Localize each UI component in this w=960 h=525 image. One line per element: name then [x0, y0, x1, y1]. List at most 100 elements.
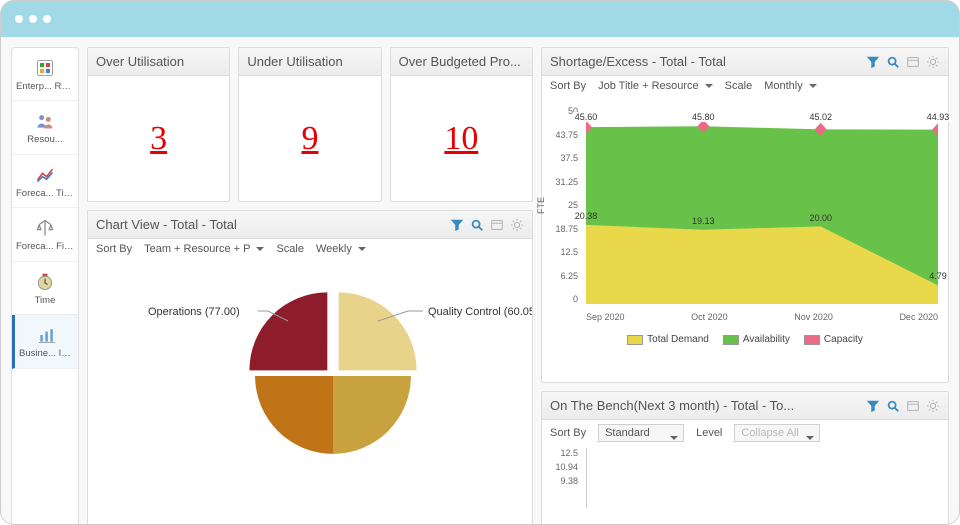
search-icon[interactable] [886, 55, 900, 69]
data-label: 44.93 [925, 112, 952, 122]
chevron-down-icon [670, 436, 678, 444]
sidebar-item-forecast-time[interactable]: Foreca... Time [12, 155, 78, 208]
main-row: Over Utilisation 3 Under Utilisation [87, 47, 949, 525]
shortage-excess-panel: Shortage/Excess - Total - Total Sort By [541, 47, 949, 383]
data-label: 45.80 [690, 112, 717, 122]
chevron-down-icon [358, 247, 366, 255]
pie-chart: Operations (77.00) Quality Control (60.0… [88, 261, 532, 525]
plot-area: 45.60 45.80 45.02 44.93 20.38 19.13 20.0… [586, 110, 938, 304]
sidebar-item-label: Foreca... Financ... [16, 242, 74, 252]
kpi-row: Over Utilisation 3 Under Utilisation [87, 47, 533, 202]
sortby-select[interactable]: Standard [598, 424, 684, 442]
search-icon[interactable] [886, 399, 900, 413]
panel-header: On The Bench(Next 3 month) - Total - To.… [542, 392, 948, 420]
panel-title: On The Bench(Next 3 month) - Total - To.… [550, 398, 866, 413]
sidebar-item-resources[interactable]: Resou... [12, 101, 78, 154]
bar-chart-icon [37, 325, 57, 345]
right-column: Shortage/Excess - Total - Total Sort By [541, 47, 949, 525]
scale-value: Monthly [764, 80, 803, 92]
search-icon[interactable] [470, 218, 484, 232]
x-tick: Dec 2020 [899, 312, 938, 322]
y-tick: 37.5 [560, 153, 578, 163]
sidebar-item-label: Foreca... Time [16, 189, 74, 199]
panel-actions [866, 55, 940, 69]
window-dot[interactable] [29, 15, 37, 23]
sidebar: Enterp... Resou... Planning Resou... For… [11, 47, 79, 525]
panel-header: Chart View - Total - Total [88, 211, 532, 239]
data-label: 45.60 [573, 112, 600, 122]
people-icon [35, 111, 55, 131]
window-dot[interactable] [43, 15, 51, 23]
sortby-label: Sort By [96, 243, 132, 255]
filter-icon[interactable] [450, 218, 464, 232]
chevron-down-icon [705, 84, 713, 92]
sortby-select[interactable]: Job Title + Resource [598, 80, 713, 92]
legend-item: Availability [723, 334, 790, 345]
kpi-body: 10 [391, 76, 532, 201]
main-area: Over Utilisation 3 Under Utilisation [87, 47, 949, 525]
panel-header: Over Utilisation [88, 48, 229, 76]
pie-leader-lines [88, 261, 532, 525]
y-tick: 10.94 [555, 462, 578, 472]
window-dot[interactable] [15, 15, 23, 23]
panel-title: Over Utilisation [96, 54, 221, 69]
kpi-value[interactable]: 10 [444, 120, 478, 158]
sortby-value: Job Title + Resource [598, 80, 699, 92]
y-tick: 9.38 [560, 476, 578, 486]
panel-actions [866, 399, 940, 413]
sortby-value: Team + Resource + P [144, 243, 250, 255]
kpi-tile-over-budgeted: Over Budgeted Pro... 10 [390, 47, 533, 202]
gear-icon[interactable] [926, 55, 940, 69]
sortby-label: Sort By [550, 80, 586, 92]
x-tick: Oct 2020 [691, 312, 728, 322]
sortby-label: Sort By [550, 427, 586, 439]
y-axis-ticks: 50 43.75 37.5 31.25 25 18.75 12.5 6.25 0 [544, 106, 578, 304]
sortby-select[interactable]: Team + Resource + P [144, 243, 264, 255]
window-icon[interactable] [490, 218, 504, 232]
scale-select[interactable]: Weekly [316, 243, 366, 255]
scale-label: Scale [725, 80, 753, 92]
y-tick: 25 [568, 200, 578, 210]
gear-icon[interactable] [510, 218, 524, 232]
panel-title: Chart View - Total - Total [96, 217, 450, 232]
panel-header: Under Utilisation [239, 48, 380, 76]
legend-item: Capacity [804, 334, 863, 345]
chart-view-panel: Chart View - Total - Total Sort By [87, 210, 533, 525]
y-tick: 43.75 [555, 130, 578, 140]
sidebar-item-label: Time [16, 296, 74, 306]
data-label: 19.13 [692, 216, 715, 226]
level-select[interactable]: Collapse All [734, 424, 820, 442]
chart-legend: Total Demand Availability Capacity [542, 330, 948, 353]
level-label: Level [696, 427, 722, 439]
filter-icon[interactable] [866, 399, 880, 413]
y-tick: 12.5 [560, 247, 578, 257]
kpi-value[interactable]: 9 [301, 120, 318, 158]
data-label: 45.02 [808, 112, 835, 122]
scale-value: Weekly [316, 243, 352, 255]
data-label: 4.79 [929, 271, 947, 281]
kpi-value[interactable]: 3 [150, 120, 167, 158]
gear-icon[interactable] [926, 399, 940, 413]
chevron-down-icon [256, 247, 264, 255]
kpi-tile-under-utilisation: Under Utilisation 9 [238, 47, 381, 202]
sidebar-item-forecast-finance[interactable]: Foreca... Financ... [12, 208, 78, 261]
x-tick: Nov 2020 [794, 312, 833, 322]
window-icon[interactable] [906, 55, 920, 69]
sidebar-item-label: Enterp... Resou... Planning [16, 82, 74, 92]
scale-select[interactable]: Monthly [764, 80, 817, 92]
window-titlebar [1, 1, 959, 37]
panel-toolbar: Sort By Team + Resource + P Scale Weekly [88, 239, 532, 261]
clock-icon [35, 272, 55, 292]
panel-header: Shortage/Excess - Total - Total [542, 48, 948, 76]
sidebar-item-time[interactable]: Time [12, 262, 78, 315]
sidebar-item-erp[interactable]: Enterp... Resou... Planning [12, 48, 78, 101]
app-window: Enterp... Resou... Planning Resou... For… [0, 0, 960, 525]
chevron-down-icon [806, 436, 814, 444]
sidebar-item-bi[interactable]: Busine... Intellig... [12, 315, 78, 368]
x-tick: Sep 2020 [586, 312, 625, 322]
y-tick: 12.5 [560, 448, 578, 458]
line-chart-icon [35, 165, 55, 185]
window-icon[interactable] [906, 399, 920, 413]
level-value: Collapse All [741, 427, 798, 439]
filter-icon[interactable] [866, 55, 880, 69]
